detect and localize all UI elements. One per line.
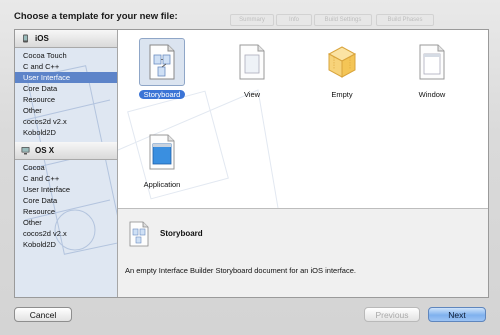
sidebar-item-ios-cocos2d[interactable]: cocos2d v2.x (15, 116, 117, 127)
sidebar-item-osx-resource[interactable]: Resource (15, 206, 117, 217)
window-document-icon (419, 44, 445, 80)
template-label-text: Storyboard (138, 90, 186, 99)
sidebar-item-osx-user-interface[interactable]: User Interface (15, 184, 117, 195)
sidebar-item-osx-cocos2d[interactable]: cocos2d v2.x (15, 228, 117, 239)
template-empty[interactable]: Empty (302, 40, 382, 110)
sidebar-item-osx-cocoa[interactable]: Cocoa (15, 162, 117, 173)
osx-screen-icon (21, 147, 30, 155)
template-label: View (212, 90, 292, 100)
new-file-sheet: Summary Info Build Settings Build Phases… (0, 0, 500, 335)
view-document-icon (239, 44, 265, 80)
tab-summary: Summary (230, 14, 274, 26)
sidebar-item-osx-kobold2d[interactable]: Kobold2D (15, 239, 117, 250)
sidebar-item-ios-c-and-cpp[interactable]: C and C++ (15, 61, 117, 72)
template-label: Application (122, 180, 202, 190)
storyboard-icon (149, 44, 175, 80)
template-label-text: View (243, 90, 261, 99)
tab-build-phases: Build Phases (376, 14, 434, 26)
tab-build-settings: Build Settings (314, 14, 372, 26)
template-view[interactable]: View (212, 40, 292, 110)
tab-info: Info (276, 14, 312, 26)
template-storyboard[interactable]: Storyboard (122, 38, 202, 110)
template-label: Empty (302, 90, 382, 100)
template-application[interactable]: Application (122, 130, 202, 200)
sidebar-item-osx-other[interactable]: Other (15, 217, 117, 228)
sidebar-item-ios-user-interface[interactable]: User Interface (15, 72, 117, 83)
template-grid: Storyboard View Empty Window Application (118, 30, 488, 208)
sidebar-section-title: OS X (35, 146, 55, 155)
background-tabs: Summary Info Build Settings Build Phases (230, 14, 492, 26)
cancel-button[interactable]: Cancel (14, 307, 72, 322)
details-description: An empty Interface Builder Storyboard do… (125, 266, 356, 275)
template-label-text: Window (418, 90, 446, 99)
template-label: Storyboard (122, 90, 202, 100)
empty-cube-icon (327, 46, 357, 78)
ios-device-icon (23, 34, 28, 43)
sidebar-item-ios-kobold2d[interactable]: Kobold2D (15, 127, 117, 138)
template-label-text: Application (143, 180, 181, 189)
template-chooser: iOS Cocoa Touch C and C++ User Interface… (14, 29, 489, 298)
dialog-heading: Choose a template for your new file: (14, 11, 178, 22)
application-document-icon (149, 134, 175, 170)
sidebar-item-ios-core-data[interactable]: Core Data (15, 83, 117, 94)
sidebar-item-ios-other[interactable]: Other (15, 105, 117, 116)
template-label: Window (392, 90, 472, 100)
sidebar-section-ios: iOS (15, 30, 117, 48)
template-category-sidebar: iOS Cocoa Touch C and C++ User Interface… (15, 30, 118, 297)
previous-button[interactable]: Previous (364, 307, 420, 322)
details-title: Storyboard (160, 229, 203, 238)
template-details-pane: Storyboard An empty Interface Builder St… (118, 208, 488, 297)
template-label-text: Empty (331, 90, 353, 99)
sidebar-section-title: iOS (35, 34, 49, 43)
sidebar-item-ios-resource[interactable]: Resource (15, 94, 117, 105)
storyboard-icon (129, 221, 149, 247)
next-button[interactable]: Next (428, 307, 486, 322)
sidebar-item-ios-cocoa-touch[interactable]: Cocoa Touch (15, 50, 117, 61)
sidebar-item-osx-c-and-cpp[interactable]: C and C++ (15, 173, 117, 184)
sidebar-item-osx-core-data[interactable]: Core Data (15, 195, 117, 206)
template-window[interactable]: Window (392, 40, 472, 110)
sidebar-section-osx: OS X (15, 142, 117, 160)
